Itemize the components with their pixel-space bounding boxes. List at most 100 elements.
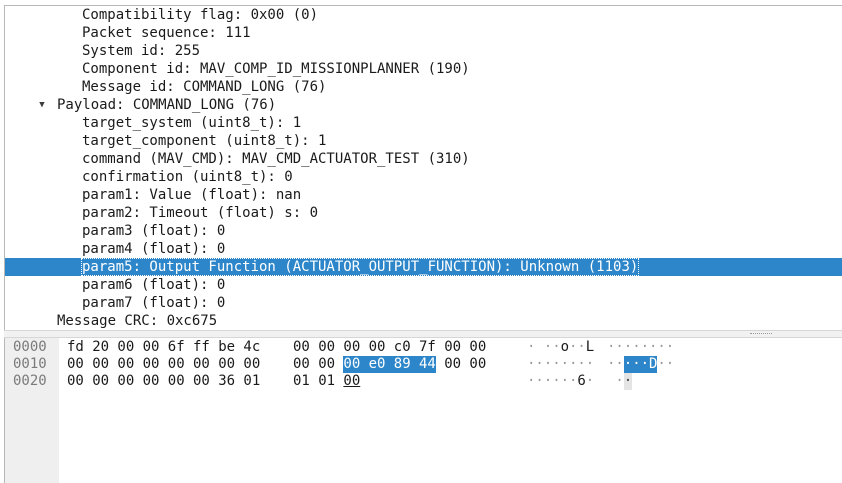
hex-byte[interactable]: 01 xyxy=(293,373,310,390)
ascii-char[interactable]: · xyxy=(527,339,535,356)
ascii-char[interactable]: · xyxy=(569,356,577,373)
hex-byte[interactable]: 00 xyxy=(143,356,160,373)
ascii-char[interactable]: · xyxy=(544,339,552,356)
ascii-char[interactable]: · xyxy=(527,373,535,390)
ascii-char[interactable]: D xyxy=(649,356,657,373)
hex-byte[interactable]: 00 xyxy=(469,356,486,373)
hex-byte[interactable]: 4c xyxy=(243,339,260,356)
ascii-char[interactable]: · xyxy=(535,356,543,373)
ascii-char[interactable]: · xyxy=(666,356,674,373)
pane-splitter[interactable] xyxy=(4,330,842,338)
ascii-char[interactable]: · xyxy=(569,373,577,390)
expand-arrow-icon[interactable]: ▼ xyxy=(36,96,48,114)
ascii-char[interactable]: o xyxy=(561,339,569,356)
tree-row[interactable]: target_system (uint8_t): 1 xyxy=(5,114,842,132)
tree-row[interactable]: param3 (float): 0 xyxy=(5,222,842,240)
ascii-char[interactable]: · xyxy=(544,373,552,390)
tree-row[interactable]: param1: Value (float): nan xyxy=(5,186,842,204)
ascii-char[interactable]: · xyxy=(561,373,569,390)
hex-byte[interactable]: 00 xyxy=(469,339,486,356)
hex-byte[interactable]: 6f xyxy=(168,339,185,356)
packet-bytes-pane[interactable]: 0000 fd 20 00 00 6f ff be 4c 00 00 00 00 c0 7f 00 00 · · ·… xyxy=(4,338,842,483)
hex-byte[interactable]: 00 xyxy=(343,356,369,373)
tree-row[interactable]: System id: 255 xyxy=(5,42,842,60)
tree-row[interactable]: Packet sequence: 111 xyxy=(5,24,842,42)
ascii-char[interactable]: · xyxy=(632,356,641,373)
tree-row[interactable]: Component id: MAV_COMP_ID_MISSIONPLANNER… xyxy=(5,60,842,78)
ascii-char[interactable]: · xyxy=(607,356,615,373)
ascii-char[interactable]: · xyxy=(544,356,552,373)
hex-byte[interactable]: 00 xyxy=(168,373,185,390)
hex-byte[interactable]: 00 xyxy=(117,339,134,356)
hex-byte[interactable]: fd xyxy=(67,339,84,356)
hex-byte[interactable]: 00 xyxy=(168,356,185,373)
hex-byte[interactable]: 00 xyxy=(67,373,84,390)
ascii-char[interactable]: · xyxy=(657,339,665,356)
hex-byte[interactable]: 00 xyxy=(67,356,84,373)
ascii-char[interactable]: · xyxy=(615,356,623,373)
hex-byte[interactable]: 00 xyxy=(117,373,134,390)
hex-byte[interactable]: 00 xyxy=(92,356,109,373)
hex-byte[interactable]: 00 xyxy=(193,373,210,390)
ascii-char[interactable]: · xyxy=(577,356,585,373)
hex-byte[interactable]: 44 xyxy=(419,356,436,373)
tree-row[interactable]: confirmation (uint8_t): 0 xyxy=(5,168,842,186)
hex-byte[interactable]: 00 xyxy=(369,339,386,356)
ascii-char[interactable]: · xyxy=(615,339,623,356)
ascii-char[interactable]: · xyxy=(623,356,632,373)
hex-byte[interactable]: 36 xyxy=(218,373,235,390)
hex-byte[interactable]: 00 xyxy=(193,356,210,373)
ascii-char[interactable]: · xyxy=(607,339,615,356)
hex-byte[interactable]: 20 xyxy=(92,339,109,356)
tree-row[interactable]: target_component (uint8_t): 1 xyxy=(5,132,842,150)
ascii-char[interactable]: · xyxy=(569,339,577,356)
hex-byte[interactable]: c0 xyxy=(394,339,411,356)
hex-byte[interactable]: 7f xyxy=(419,339,436,356)
tree-row[interactable]: ▼ Payload: COMMAND_LONG (76) xyxy=(5,96,842,114)
ascii-char[interactable]: · xyxy=(615,373,623,390)
tree-row[interactable]: Compatibility flag: 0x00 (0) xyxy=(5,6,842,24)
ascii-char[interactable]: · xyxy=(586,356,594,373)
tree-row[interactable]: param4 (float): 0 xyxy=(5,240,842,258)
tree-row[interactable]: param7 (float): 0 xyxy=(5,294,842,312)
tree-row[interactable]: param6 (float): 0 xyxy=(5,276,842,294)
ascii-char[interactable]: · xyxy=(552,373,560,390)
ascii-char[interactable]: · xyxy=(586,373,594,390)
hex-byte[interactable]: 89 xyxy=(393,356,420,373)
ascii-char[interactable]: · xyxy=(632,339,640,356)
ascii-char[interactable]: · xyxy=(666,339,674,356)
hex-byte[interactable]: 00 xyxy=(243,356,260,373)
ascii-char[interactable]: · xyxy=(624,339,632,356)
ascii-char[interactable]: · xyxy=(623,373,632,390)
ascii-char[interactable]: · xyxy=(577,339,585,356)
hex-byte[interactable]: 00 xyxy=(343,373,360,390)
hex-byte[interactable]: 00 xyxy=(318,356,335,373)
hex-byte[interactable]: 01 xyxy=(243,373,260,390)
hex-byte[interactable]: 00 xyxy=(117,356,134,373)
ascii-char[interactable] xyxy=(535,339,543,356)
hex-byte[interactable]: 00 xyxy=(143,339,160,356)
ascii-char[interactable]: · xyxy=(552,356,560,373)
ascii-char[interactable]: · xyxy=(535,373,543,390)
ascii-char[interactable] xyxy=(607,373,615,390)
hex-byte[interactable]: 00 xyxy=(293,356,310,373)
ascii-char[interactable]: · xyxy=(657,356,665,373)
ascii-char[interactable]: · xyxy=(649,339,657,356)
hex-byte[interactable]: 00 xyxy=(444,356,461,373)
hex-byte[interactable]: e0 xyxy=(368,356,394,373)
hex-byte[interactable]: 00 xyxy=(293,339,310,356)
ascii-char[interactable]: 6 xyxy=(577,373,585,390)
hex-byte[interactable]: 00 xyxy=(92,373,109,390)
tree-row[interactable]: command (MAV_CMD): MAV_CMD_ACTUATOR_TEST… xyxy=(5,150,842,168)
hex-byte[interactable]: 00 xyxy=(143,373,160,390)
hex-byte[interactable]: be xyxy=(218,339,235,356)
ascii-char[interactable]: · xyxy=(552,339,560,356)
hex-byte[interactable]: 00 xyxy=(444,339,461,356)
ascii-char[interactable]: · xyxy=(527,356,535,373)
tree-row[interactable]: param2: Timeout (float) s: 0 xyxy=(5,204,842,222)
tree-row-selected[interactable]: param5: Output Function (ACTUATOR_OUTPUT… xyxy=(5,258,842,276)
packet-details-tree[interactable]: Compatibility flag: 0x00 (0) Packet seque… xyxy=(4,5,842,330)
tree-row[interactable]: Message id: COMMAND_LONG (76) xyxy=(5,78,842,96)
hex-byte[interactable]: 00 xyxy=(343,339,360,356)
hex-byte[interactable]: 00 xyxy=(218,356,235,373)
